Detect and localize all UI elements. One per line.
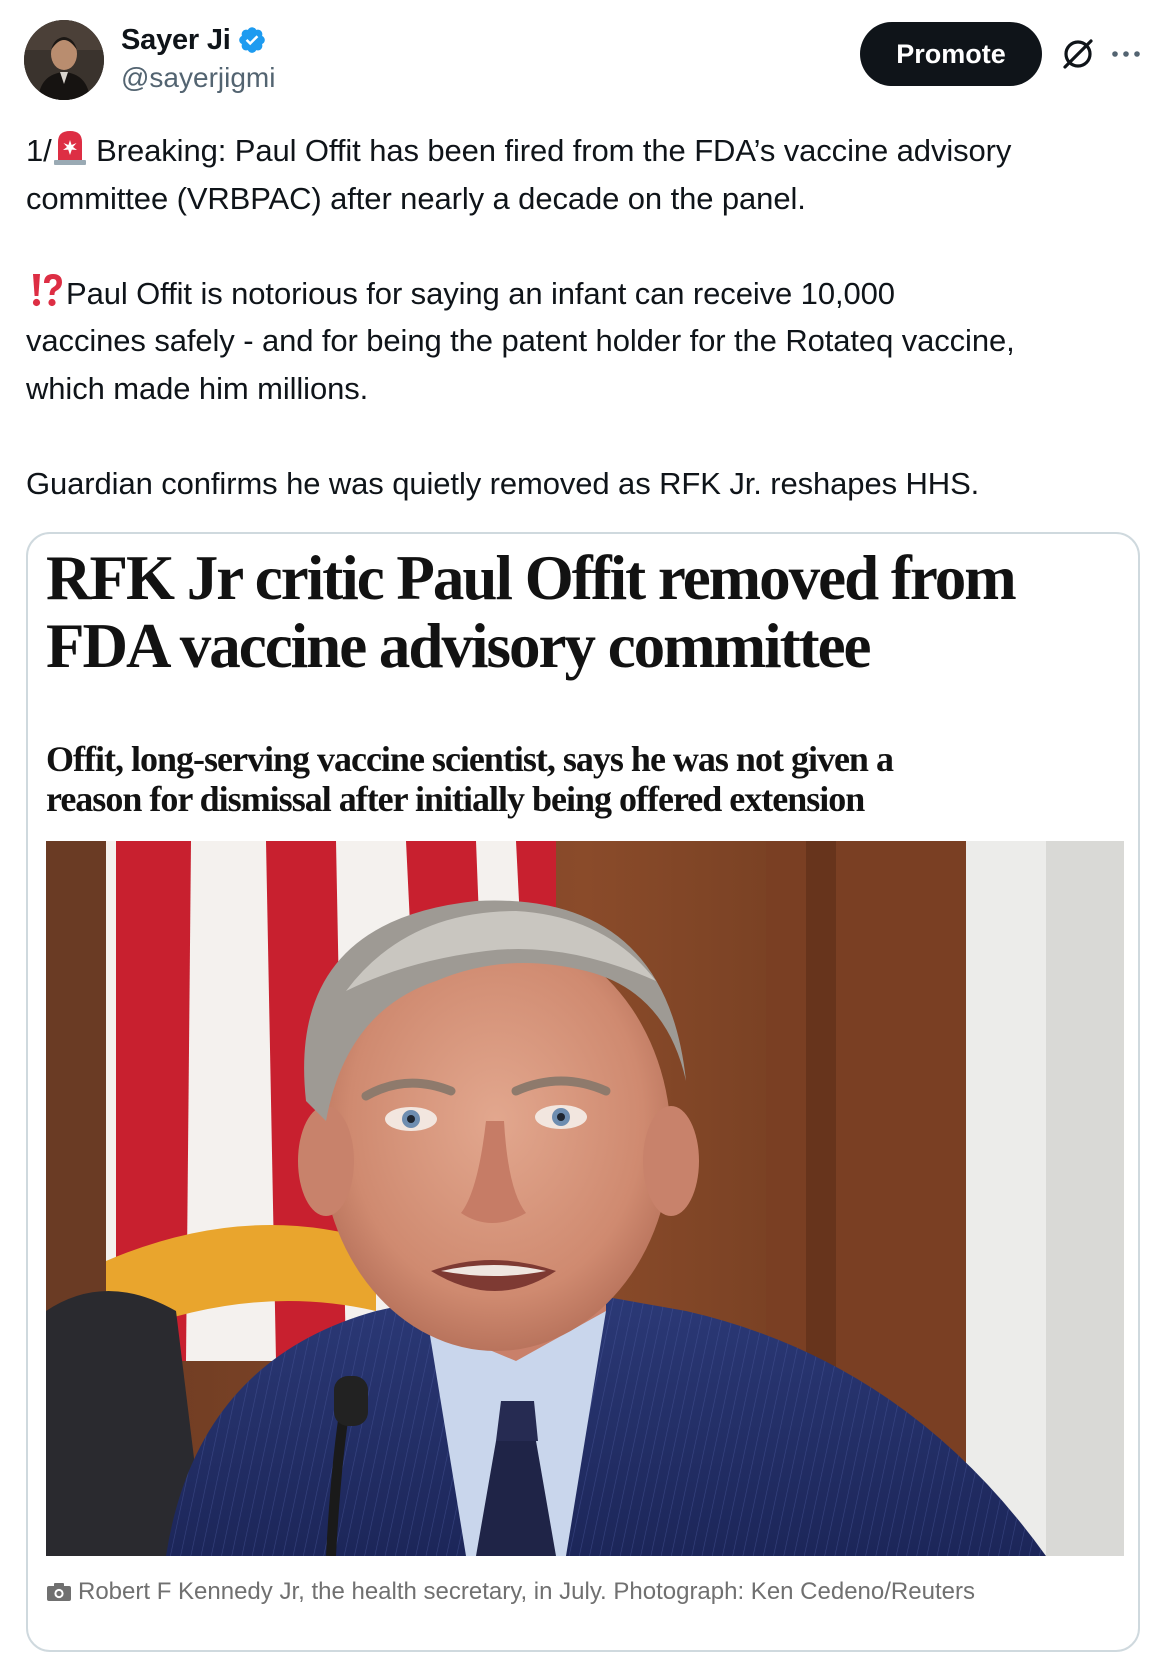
exclamation-question-emoji-icon <box>32 273 62 306</box>
tweet-line: 1/ Breaking: Paul Offit has been fired f… <box>26 127 1154 175</box>
more-dots-icon[interactable] <box>1108 36 1144 72</box>
article-headline: RFK Jr critic Paul Offit removed from FD… <box>46 544 1116 680</box>
standfirst-line: reason for dismissal after initially bei… <box>46 779 865 819</box>
thread-number: 1/ <box>26 133 52 168</box>
avatar-photo <box>24 20 104 100</box>
tweet-line: which made him millions. <box>26 370 369 406</box>
tweet-line-text: Breaking: Paul Offit has been fired from… <box>87 133 1012 168</box>
rfk-portrait-image <box>46 841 1124 1556</box>
tweet-line: Guardian confirms he was quietly removed… <box>26 465 980 501</box>
article-card[interactable]: RFK Jr critic Paul Offit removed from FD… <box>26 532 1140 1652</box>
caption-text: Robert F Kennedy Jr, the health secretar… <box>78 1578 975 1605</box>
headline-line: RFK Jr critic Paul Offit removed from <box>46 543 1017 613</box>
standfirst-line: Offit, long-serving vaccine scientist, s… <box>46 739 894 779</box>
tweet-line: Paul Offit is notorious for saying an in… <box>26 270 1154 318</box>
author-name-row[interactable]: Sayer Ji <box>121 22 267 58</box>
verified-badge-icon <box>238 27 265 53</box>
grok-slash-circle-icon[interactable] <box>1058 34 1098 74</box>
promote-button[interactable]: Promote <box>860 22 1042 86</box>
article-standfirst: Offit, long-serving vaccine scientist, s… <box>46 739 1116 819</box>
photo-caption: Robert F Kennedy Jr, the health secretar… <box>46 1578 975 1606</box>
tweet-line: vaccines safely - and for being the pate… <box>26 323 1015 358</box>
article-photo[interactable] <box>46 841 1124 1556</box>
author-display-name[interactable]: Sayer Ji <box>121 24 231 57</box>
rotating-light-emoji-icon <box>53 131 86 165</box>
tweet-line-text: Paul Offit is notorious for saying an in… <box>66 275 895 311</box>
camera-icon <box>47 1583 71 1601</box>
headline-line: FDA vaccine advisory committee <box>46 611 872 681</box>
tweet-text: 1/ Breaking: Paul Offit has been fired f… <box>26 127 1154 507</box>
author-handle[interactable]: @sayerjigmi <box>121 62 275 94</box>
avatar[interactable] <box>24 20 104 100</box>
tweet-line: committee (VRBPAC) after nearly a decade… <box>26 180 806 216</box>
